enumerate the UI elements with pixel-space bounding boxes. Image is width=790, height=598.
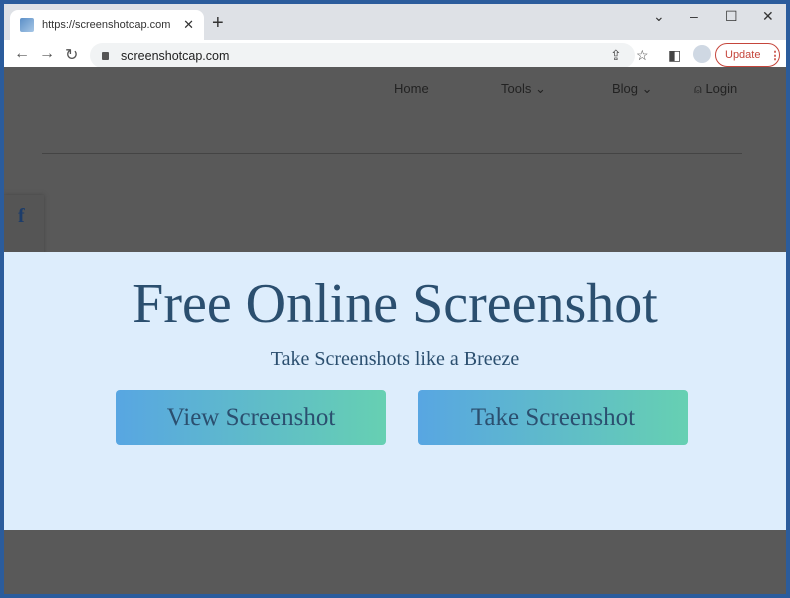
- divider: [42, 153, 742, 154]
- tab-search-icon[interactable]: ⌄: [653, 8, 665, 25]
- hero-title: Free Online Screenshot: [132, 273, 658, 335]
- update-button[interactable]: Update ⋮: [715, 43, 780, 67]
- side-panel-icon[interactable]: ◧: [668, 47, 681, 64]
- social-share-bar: f: [4, 195, 44, 255]
- web-page: Home Tools ⌄ Blog ⌄ ⍝ Login f Free Onlin…: [4, 67, 786, 594]
- nav-home[interactable]: Home: [394, 81, 429, 96]
- chevron-down-icon: ⌄: [534, 81, 546, 96]
- back-icon[interactable]: ←: [14, 45, 30, 63]
- browser-tab[interactable]: https://screenshotcap.com ✕: [10, 10, 204, 40]
- nav-login-label: Login: [705, 81, 738, 96]
- profile-avatar[interactable]: [693, 45, 711, 63]
- close-tab-icon[interactable]: ✕: [183, 17, 194, 33]
- address-bar[interactable]: screenshotcap.com: [90, 43, 635, 68]
- forward-icon[interactable]: →: [39, 45, 55, 63]
- update-label: Update: [725, 49, 761, 61]
- browser-window: https://screenshotcap.com ✕ + ⌄ – ☐ ✕ ← …: [4, 4, 786, 594]
- close-window-icon[interactable]: ✕: [762, 8, 774, 25]
- menu-dots-icon[interactable]: ⋮: [769, 49, 780, 62]
- browser-toolbar: ← → ↻ screenshotcap.com ⇪ ☆ ◧ Update ⋮: [4, 40, 786, 70]
- hero-subtitle: Take Screenshots like a Breeze: [270, 348, 520, 370]
- maximize-icon[interactable]: ☐: [725, 8, 738, 25]
- nav-blog[interactable]: Blog ⌄: [612, 81, 653, 97]
- bookmark-star-icon[interactable]: ☆: [636, 47, 649, 64]
- facebook-icon[interactable]: f: [18, 205, 25, 228]
- chevron-down-icon: ⌄: [641, 81, 653, 96]
- view-screenshot-button[interactable]: View Screenshot: [116, 390, 386, 445]
- take-screenshot-button[interactable]: Take Screenshot: [418, 390, 688, 445]
- nav-blog-label: Blog: [612, 81, 639, 96]
- nav-login[interactable]: ⍝ Login: [694, 81, 737, 97]
- reload-icon[interactable]: ↻: [65, 45, 78, 65]
- tab-title: https://screenshotcap.com: [42, 19, 171, 31]
- url-text: screenshotcap.com: [121, 48, 230, 63]
- minimize-icon[interactable]: –: [690, 8, 698, 24]
- lock-icon: [102, 51, 109, 60]
- nav-tools-label: Tools: [501, 81, 532, 96]
- favicon-icon: [20, 18, 34, 32]
- share-icon[interactable]: ⇪: [610, 47, 622, 64]
- tab-bar: https://screenshotcap.com ✕ + ⌄ – ☐ ✕: [4, 4, 786, 40]
- user-icon: ⍝: [694, 81, 702, 96]
- hero-section: Free Online Screenshot Take Screenshots …: [4, 252, 786, 530]
- new-tab-icon[interactable]: +: [212, 12, 224, 35]
- nav-tools[interactable]: Tools ⌄: [501, 81, 546, 97]
